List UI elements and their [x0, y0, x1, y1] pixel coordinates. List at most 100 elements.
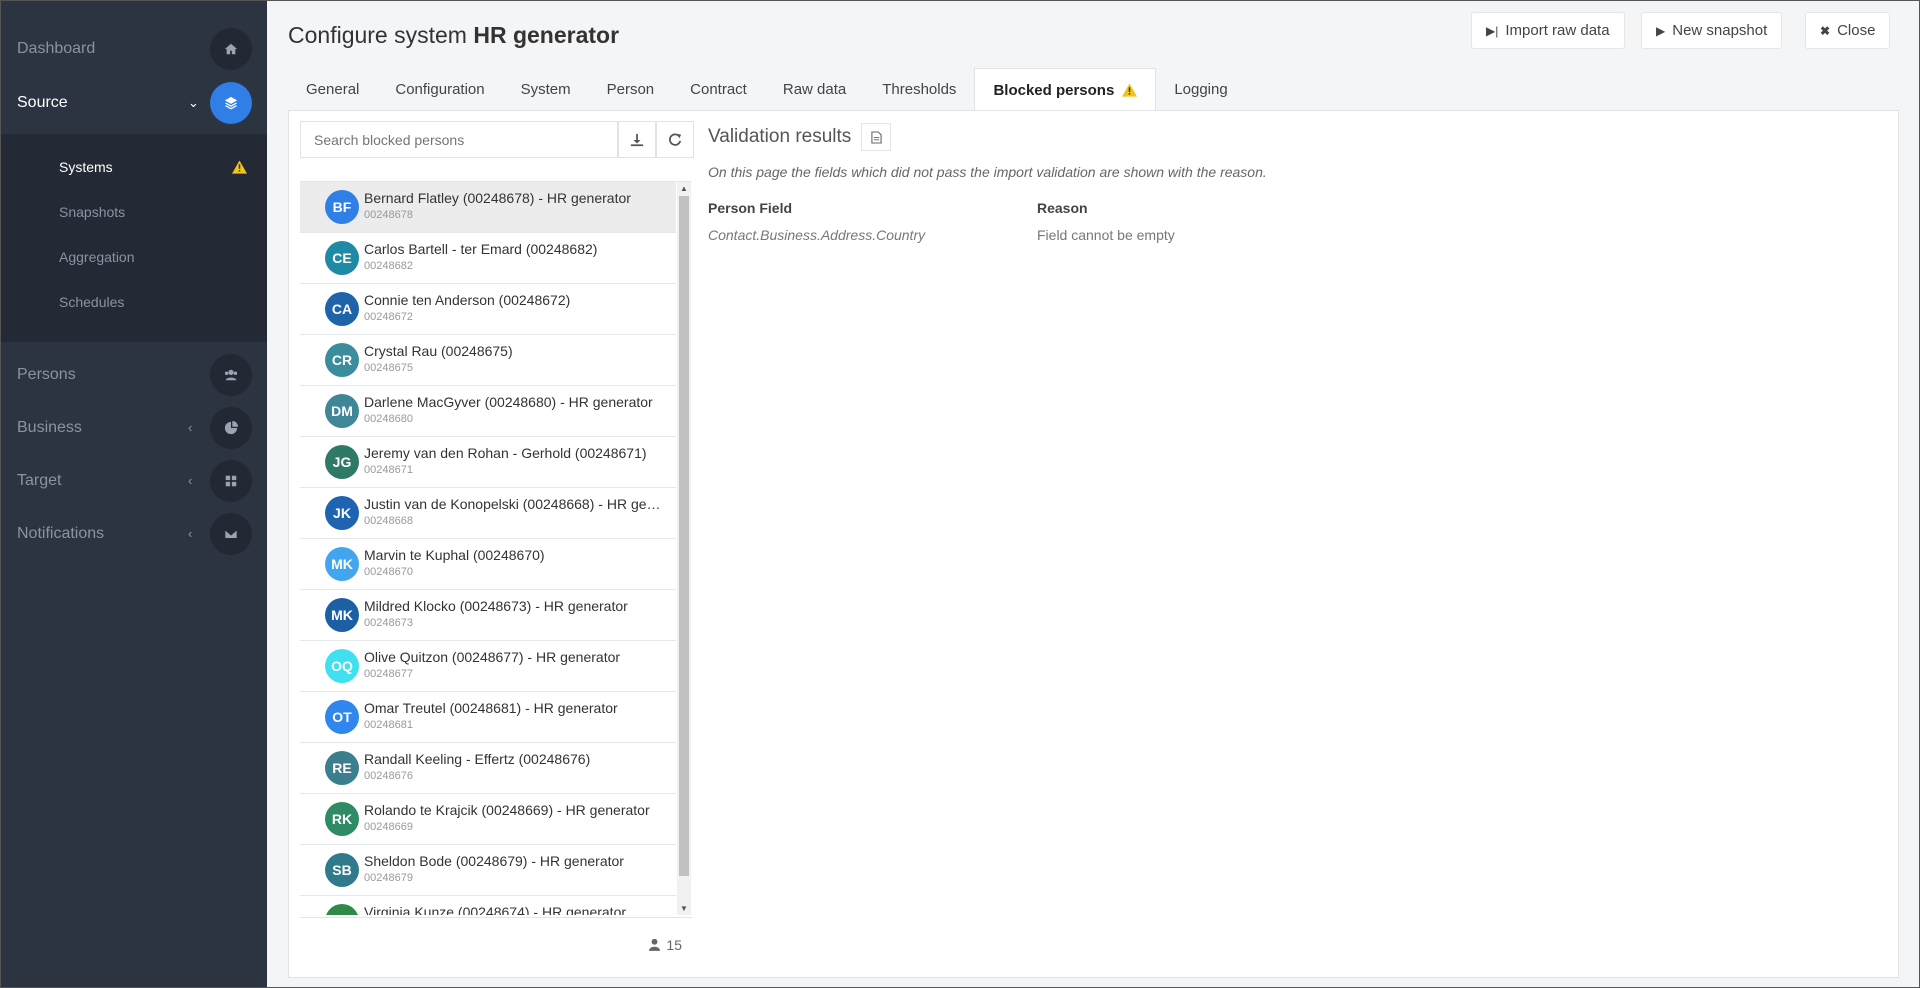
nav-label: Source [17, 93, 68, 111]
list-item[interactable]: CE Carlos Bartell - - ter Emard (00248682… [300, 233, 676, 284]
sidebar-item-systems[interactable]: Systems [59, 159, 113, 175]
sidebar-item-aggregation[interactable]: Aggregation [59, 249, 135, 265]
list-item[interactable]: OT Omar Treutel (00248681) - - HR generat… [300, 692, 676, 743]
person-name: Justin van de Konopelski (00248668) - - … [364, 496, 664, 512]
tab-person[interactable]: Person [589, 68, 673, 111]
person-name-text: Rolando te Krajcik (00248669) [364, 802, 554, 818]
person-id: 00248678 [364, 209, 413, 221]
nav-item-persons[interactable]: Persons [0, 348, 267, 401]
person-name-text: Carlos Bartell [364, 241, 449, 257]
avatar: JK [325, 496, 359, 530]
refresh-button[interactable] [656, 121, 694, 158]
tab-configuration[interactable]: Configuration [377, 68, 502, 111]
search-input[interactable] [300, 121, 618, 158]
warning-icon [232, 160, 247, 174]
list-item[interactable]: CA Connie ten Anderson (00248672) - 002486… [300, 284, 676, 335]
avatar: RE [325, 751, 359, 785]
person-name-text: Olive Quitzon (00248677) [364, 649, 524, 665]
person-suffix: - HR generator [523, 649, 621, 665]
person-id: 00248670 [364, 566, 413, 578]
avatar: JG [325, 445, 359, 479]
tab-general[interactable]: General [288, 68, 377, 111]
play-icon: ▶ [1656, 23, 1666, 38]
nav-item-dashboard[interactable]: Dashboard [0, 22, 267, 75]
scrollbar[interactable]: ▲ ▼ [677, 182, 691, 915]
tab-system[interactable]: System [503, 68, 589, 111]
person-name: Darlene MacGyver (00248680) - - HR gener… [364, 394, 664, 410]
person-name-text: Jeremy van den Rohan [364, 445, 509, 461]
scrollbar-thumb[interactable] [679, 196, 689, 876]
nav-item-source[interactable]: Source ⌄ [0, 76, 267, 129]
warning-icon [1122, 83, 1138, 97]
person-name-text: Sheldon Bode (00248679) [364, 853, 528, 869]
tab-label: Person [606, 81, 655, 98]
scroll-down-icon[interactable]: ▼ [680, 904, 688, 913]
tab-raw-data[interactable]: Raw data [765, 68, 864, 111]
nav-label: Target [17, 471, 62, 489]
list-item[interactable]: RK Rolando te Krajcik (00248669) - - HR g… [300, 794, 676, 845]
list-item[interactable]: VK Virginia Kunze (00248674) - - HR gener… [300, 896, 676, 915]
chevron-down-icon: ⌄ [188, 94, 199, 110]
user-icon [649, 938, 661, 951]
list-item[interactable]: BF Bernard Flatley (00248678) - - HR gene… [300, 182, 676, 233]
person-id: 00248675 [364, 362, 413, 374]
tab-label: Raw data [782, 81, 847, 98]
person-name: Carlos Bartell - - ter Emard (00248682) [364, 241, 664, 257]
person-id: 00248669 [364, 821, 413, 833]
download-button[interactable] [618, 121, 656, 158]
tab-panel: BF Bernard Flatley (00248678) - - HR gene… [288, 110, 1899, 978]
scroll-up-icon[interactable]: ▲ [680, 184, 688, 193]
person-id: 00248682 [364, 260, 413, 272]
list-item[interactable]: JG Jeremy van den Rohan - - Gerhold (0024… [300, 437, 676, 488]
person-name: Sheldon Bode (00248679) - - HR generator [364, 853, 664, 869]
nav-label: Notifications [17, 524, 105, 542]
person-id: 00248676 [364, 770, 413, 782]
person-name-text: Omar Treutel (00248681) [364, 700, 522, 716]
chevron-left-icon: ‹ [188, 473, 193, 488]
tab-blocked-persons[interactable]: Blocked persons [974, 68, 1157, 111]
validation-reason-value: Field cannot be empty [1037, 227, 1175, 243]
envelope-icon [210, 512, 252, 555]
tab-contract[interactable]: Contract [672, 68, 765, 111]
list-item[interactable]: CR Crystal Rau (00248675) - 00248675 [300, 335, 676, 386]
list-item[interactable]: RE Randall Keeling - - Effertz (00248676)… [300, 743, 676, 794]
list-item[interactable]: MK Marvin te Kuphal (00248670) - 00248670 [300, 539, 676, 590]
list-item[interactable]: JK Justin van de Konopelski (00248668) - … [300, 488, 676, 539]
step-forward-icon: ▶​| [1486, 23, 1499, 38]
list-item[interactable]: OQ Olive Quitzon (00248677) - - HR genera… [300, 641, 676, 692]
person-suffix: - HR generator [598, 496, 664, 512]
avatar: BF [325, 190, 359, 224]
count-value: 15 [666, 936, 682, 953]
pie-chart-icon [210, 406, 252, 449]
export-document-button[interactable] [861, 123, 891, 151]
validation-title: Validation results [708, 126, 852, 147]
nav-label: Persons [17, 365, 76, 383]
new-snapshot-button[interactable]: ▶ New snapshot [1641, 12, 1783, 49]
person-suffix: - HR generator [531, 598, 628, 614]
avatar: MK [325, 547, 359, 581]
nav-item-business[interactable]: Business ‹ [0, 401, 267, 454]
list-item[interactable]: DM Darlene MacGyver (00248680) - - HR gen… [300, 386, 676, 437]
person-name-text: Connie ten Anderson (00248672) [364, 292, 571, 308]
close-button[interactable]: ✖ Close [1805, 12, 1891, 49]
tab-logging[interactable]: Logging [1156, 68, 1245, 111]
validation-field-value: Contact.Business.Address.Country [708, 227, 926, 243]
nav-item-notifications[interactable]: Notifications ‹ [0, 507, 267, 560]
home-icon [210, 27, 252, 70]
title-system-name: HR generator [473, 22, 620, 48]
list-item[interactable]: MK Mildred Klocko (00248673) - - HR gener… [300, 590, 676, 641]
avatar: OQ [325, 649, 359, 683]
chevron-left-icon: ‹ [188, 420, 193, 435]
tab-label: Logging [1174, 81, 1228, 98]
refresh-icon [669, 133, 682, 146]
sidebar-item-snapshots[interactable]: Snapshots [59, 204, 125, 220]
person-suffix: - Gerhold (00248671) [508, 445, 647, 461]
close-icon: ✖ [1820, 23, 1831, 38]
list-item[interactable]: SB Sheldon Bode (00248679) - - HR generat… [300, 845, 676, 896]
sidebar-item-schedules[interactable]: Schedules [59, 294, 124, 310]
import-raw-data-button[interactable]: ▶​| Import raw data [1471, 12, 1625, 49]
nav-item-target[interactable]: Target ‹ [0, 454, 267, 507]
grid-icon [210, 459, 252, 502]
person-id: 00248680 [364, 413, 413, 425]
tab-thresholds[interactable]: Thresholds [864, 68, 974, 111]
